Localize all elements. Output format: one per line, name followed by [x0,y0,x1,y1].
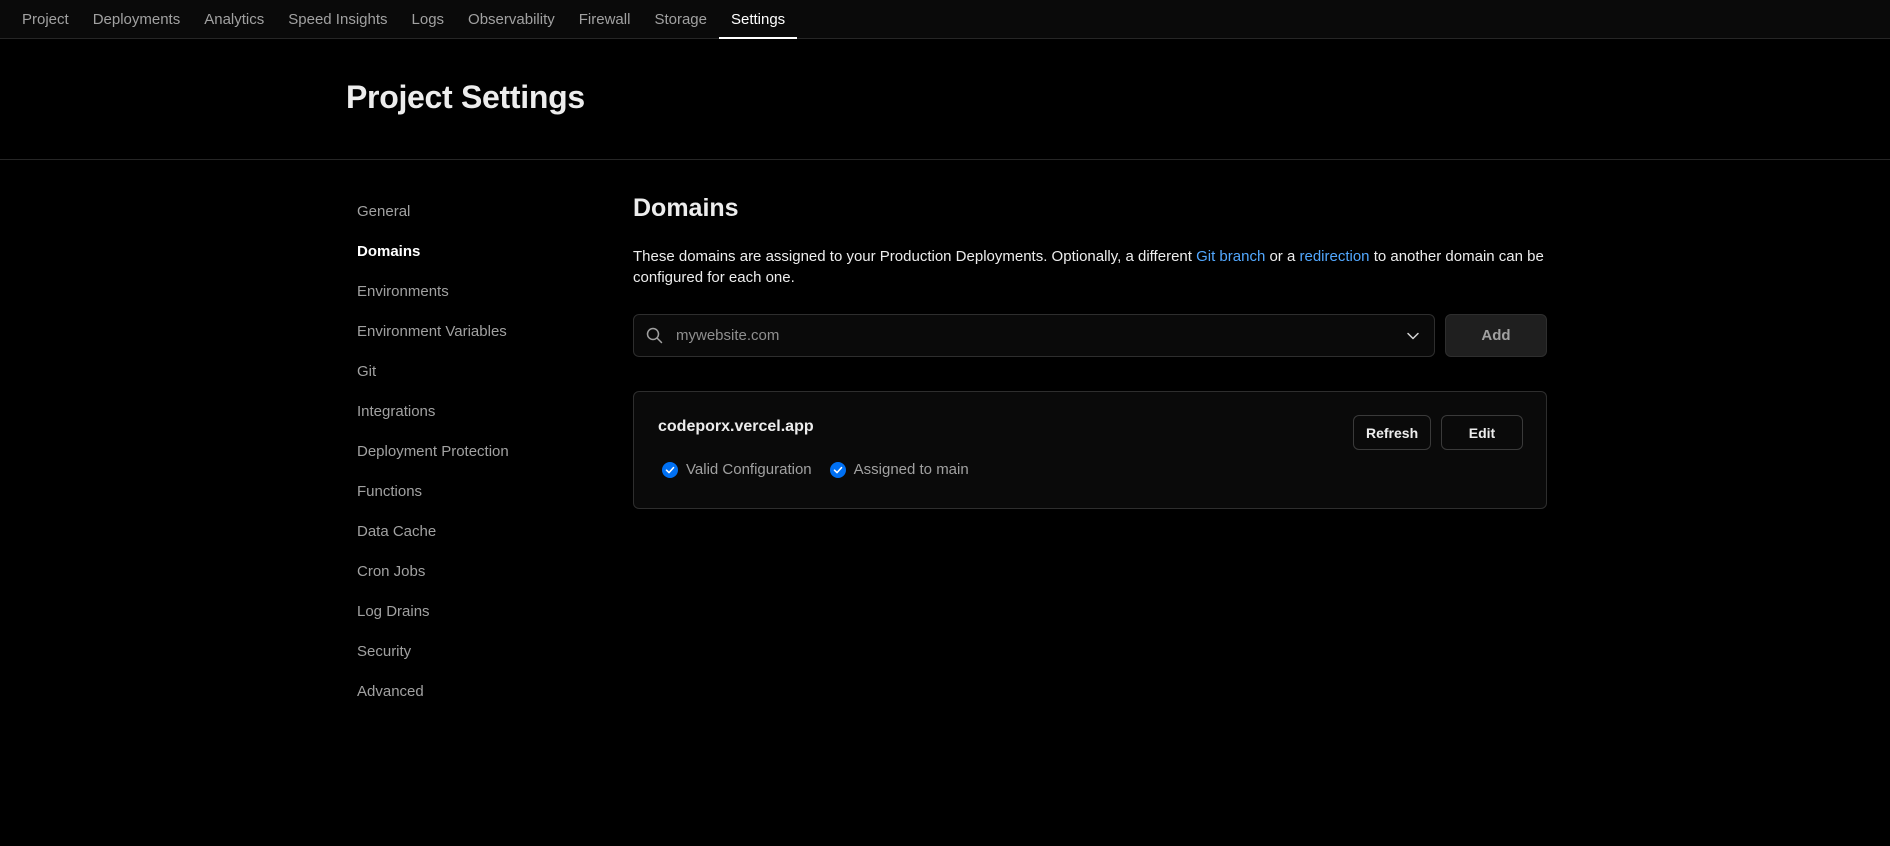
sidebar-item-cron-jobs[interactable]: Cron Jobs [346,558,586,598]
domain-search-box [633,314,1435,357]
sidebar-item-environments[interactable]: Environments [346,278,586,318]
tab-observability[interactable]: Observability [456,0,567,38]
page-title: Project Settings [346,79,585,115]
git-branch-link[interactable]: Git branch [1196,248,1265,265]
sidebar-item-general[interactable]: General [346,198,586,238]
domains-section: Domains These domains are assigned to yo… [633,190,1547,509]
tab-storage[interactable]: Storage [642,0,719,38]
tab-settings[interactable]: Settings [718,0,798,39]
status-label: Valid Configuration [686,461,812,478]
domain-name[interactable]: codeporx.vercel.app [658,418,814,436]
search-icon [634,327,674,344]
description-text: or a [1265,248,1300,265]
status-label: Assigned to main [853,461,969,478]
tab-analytics[interactable]: Analytics [192,0,276,38]
sidebar-item-git[interactable]: Git [346,358,586,398]
section-title: Domains [633,194,739,222]
sidebar-item-integrations[interactable]: Integrations [346,398,586,438]
tab-speed-insights[interactable]: Speed Insights [276,0,399,38]
status-valid-configuration: Valid Configuration [662,461,812,478]
sidebar-item-functions[interactable]: Functions [346,478,586,518]
sidebar-item-advanced[interactable]: Advanced [346,678,586,718]
check-circle-icon [662,461,678,478]
section-description: These domains are assigned to your Produ… [633,246,1547,288]
page-header: Project Settings [0,39,1890,160]
domain-card: codeporx.vercel.app Refresh Edit Valid C… [633,391,1547,509]
chevron-down-icon[interactable] [1392,329,1434,343]
refresh-button[interactable]: Refresh [1353,415,1431,450]
add-domain-row: Add [633,314,1547,357]
check-circle-icon [829,461,846,478]
top-navigation: Project Deployments Analytics Speed Insi… [0,0,1890,39]
status-assigned-to-main: Assigned to main [829,461,969,478]
add-domain-button[interactable]: Add [1445,314,1547,357]
sidebar-item-security[interactable]: Security [346,638,586,678]
tab-firewall[interactable]: Firewall [567,0,643,38]
sidebar-item-environment-variables[interactable]: Environment Variables [346,318,586,358]
description-text: These domains are assigned to your Produ… [633,248,1197,265]
redirection-link[interactable]: redirection [1299,248,1369,265]
sidebar-item-data-cache[interactable]: Data Cache [346,518,586,558]
domain-statuses: Valid Configuration Assigned to main [662,461,969,478]
sidebar-item-deployment-protection[interactable]: Deployment Protection [346,438,586,478]
domain-card-actions: Refresh Edit [1353,415,1523,450]
tab-project[interactable]: Project [10,0,81,38]
sidebar-item-domains[interactable]: Domains [346,238,586,278]
tab-deployments[interactable]: Deployments [81,0,193,38]
edit-button[interactable]: Edit [1441,415,1523,450]
domain-input[interactable] [674,315,1392,356]
settings-sidebar: General Domains Environments Environment… [346,198,586,718]
sidebar-item-log-drains[interactable]: Log Drains [346,598,586,638]
tab-logs[interactable]: Logs [400,0,457,38]
